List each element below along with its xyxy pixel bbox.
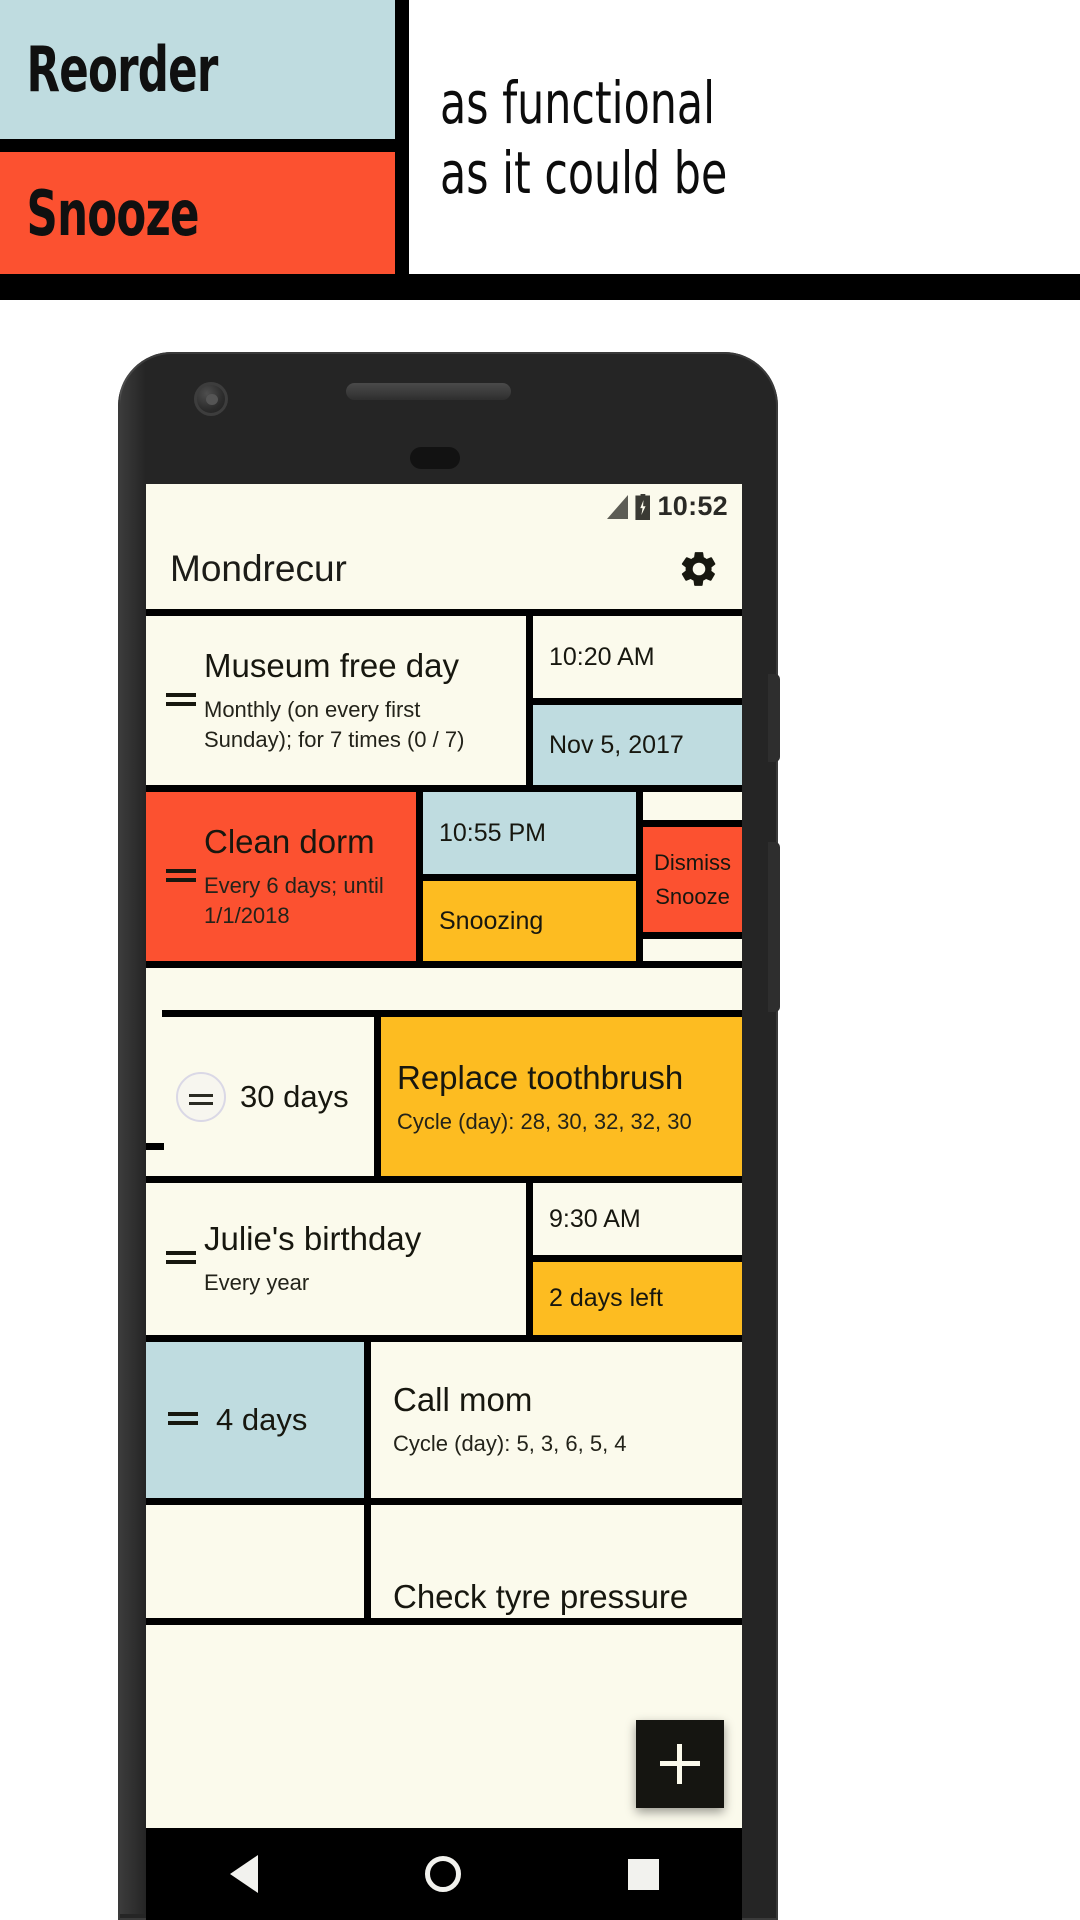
list-item-main[interactable]: Call mom Cycle (day): 5, 3, 6, 5, 4 (364, 1342, 742, 1498)
plus-icon (660, 1744, 700, 1784)
drag-handle-icon[interactable] (166, 692, 196, 709)
promo-divider-horizontal (0, 139, 395, 152)
drag-interval-cell[interactable]: 30 days (162, 1017, 374, 1176)
promo-tagline-line-2: as it could be (440, 139, 728, 207)
promo-banner: Reorder Snooze as functional as it could… (0, 0, 1080, 300)
list-item-dragging-inner[interactable]: 30 days Replace toothbrush Cycle (day): … (162, 1010, 742, 1176)
list-item-main[interactable]: Clean dorm Every 6 days; until 1/1/2018 (146, 792, 416, 961)
add-recurrence-button[interactable] (636, 1720, 724, 1808)
promo-badge-reorder-label: Reorder (26, 33, 219, 106)
list-item-action-column: Dismiss Snooze (636, 792, 742, 961)
action-spacer-bottom (643, 939, 742, 961)
phone-mockup: 10:52 Mondrecur Museum free day Monthly … (118, 352, 780, 1920)
promo-badge-snooze: Snooze (0, 152, 395, 274)
speaker-grille-icon (346, 383, 511, 400)
recurrence-list[interactable]: Museum free day Monthly (on every first … (146, 616, 742, 1625)
drag-handle-icon[interactable] (168, 1412, 198, 1428)
list-item[interactable]: Julie's birthday Every year 9:30 AM 2 da… (146, 1176, 742, 1342)
list-item-title: Replace toothbrush (397, 1058, 684, 1096)
circle-drag-handle-icon[interactable] (176, 1071, 226, 1122)
status-badge: 2 days left (533, 1255, 742, 1335)
dismiss-snooze-line-1: Dismiss (654, 849, 731, 875)
list-item-date: Nov 5, 2017 (533, 698, 742, 785)
recents-square-icon[interactable] (627, 1858, 659, 1890)
list-item-title: Check tyre pressure (393, 1578, 689, 1615)
list-item-title: Call mom (393, 1381, 533, 1418)
promo-badge-reorder: Reorder (0, 0, 395, 139)
list-item-dragging[interactable]: 30 days Replace toothbrush Cycle (day): … (146, 968, 742, 1176)
phone-power-button[interactable] (768, 674, 780, 762)
drag-handle-icon[interactable] (166, 1251, 196, 1267)
status-badge: Snoozing (423, 874, 636, 961)
android-navigation-bar[interactable] (146, 1828, 742, 1920)
phone-volume-button[interactable] (768, 842, 780, 1012)
list-item-title: Julie's birthday (204, 1220, 422, 1257)
app-title: Mondrecur (170, 547, 347, 589)
list-item[interactable]: Clean dorm Every 6 days; until 1/1/2018 … (146, 792, 742, 968)
promo-badges: Reorder Snooze (0, 0, 395, 300)
list-item-time: 9:30 AM (533, 1183, 742, 1255)
list-item-side: 10:55 PM Snoozing (416, 792, 636, 961)
list-item-subtitle: Cycle (day): 5, 3, 6, 5, 4 (393, 1431, 627, 1456)
home-circle-icon[interactable] (424, 1856, 461, 1892)
list-item-interval-label: 4 days (216, 1402, 308, 1437)
gear-icon[interactable] (678, 548, 720, 590)
status-bar-clock: 10:52 (657, 490, 728, 521)
list-item[interactable]: Check tyre pressure (146, 1505, 742, 1625)
list-item-time: 10:55 PM (423, 792, 636, 874)
action-spacer-top (643, 792, 742, 820)
list-item[interactable]: Museum free day Monthly (on every first … (146, 616, 742, 792)
list-item-side: 9:30 AM 2 days left (526, 1183, 742, 1335)
list-item-time: 10:20 AM (533, 616, 742, 698)
drag-interval-label: 30 days (240, 1078, 349, 1114)
list-item-main[interactable]: Check tyre pressure (364, 1505, 742, 1618)
list-item-title: Clean dorm (204, 822, 375, 860)
list-item-subtitle: Cycle (day): 28, 30, 32, 32, 30 (397, 1108, 692, 1134)
list-item-interval[interactable] (146, 1505, 364, 1618)
signal-triangle-icon (607, 495, 629, 519)
earpiece-slot-icon (410, 447, 460, 469)
app-bar: Mondrecur (146, 528, 742, 616)
list-item-interval[interactable]: 4 days (146, 1342, 364, 1498)
status-bar: 10:52 (146, 484, 742, 528)
list-item-main[interactable]: Replace toothbrush Cycle (day): 28, 30, … (374, 1017, 742, 1176)
charging-bolt-icon (640, 500, 646, 515)
list-item-subtitle: Every 6 days; until 1/1/2018 (204, 872, 384, 928)
list-item-side: 10:20 AM Nov 5, 2017 (526, 616, 742, 785)
battery-charging-icon (635, 494, 651, 520)
promo-divider-vertical (395, 0, 409, 300)
dismiss-snooze-line-2: Snooze (655, 883, 730, 909)
promo-tagline-line-1: as functional (440, 69, 715, 137)
list-item[interactable]: 4 days Call mom Cycle (day): 5, 3, 6, 5,… (146, 1342, 742, 1505)
list-item-title: Museum free day (204, 646, 459, 684)
promo-badge-snooze-label: Snooze (26, 176, 200, 250)
phone-screen: 10:52 Mondrecur Museum free day Monthly … (146, 484, 742, 1920)
promo-bottom-rule (0, 274, 1080, 300)
list-item-subtitle: Monthly (on every first Sunday); for 7 t… (204, 696, 465, 752)
list-item-main[interactable]: Museum free day Monthly (on every first … (146, 616, 526, 785)
promo-tagline: as functional as it could be (440, 68, 1040, 208)
front-camera-lens-icon (206, 394, 218, 405)
drag-handle-icon[interactable] (166, 868, 196, 885)
back-triangle-icon[interactable] (229, 1855, 258, 1893)
list-item-main[interactable]: Julie's birthday Every year (146, 1183, 526, 1335)
phone-bezel-highlight (120, 354, 146, 1914)
list-item-subtitle: Every year (204, 1270, 310, 1295)
drop-indicator (146, 1143, 164, 1150)
dismiss-snooze-button[interactable]: Dismiss Snooze (643, 820, 742, 939)
